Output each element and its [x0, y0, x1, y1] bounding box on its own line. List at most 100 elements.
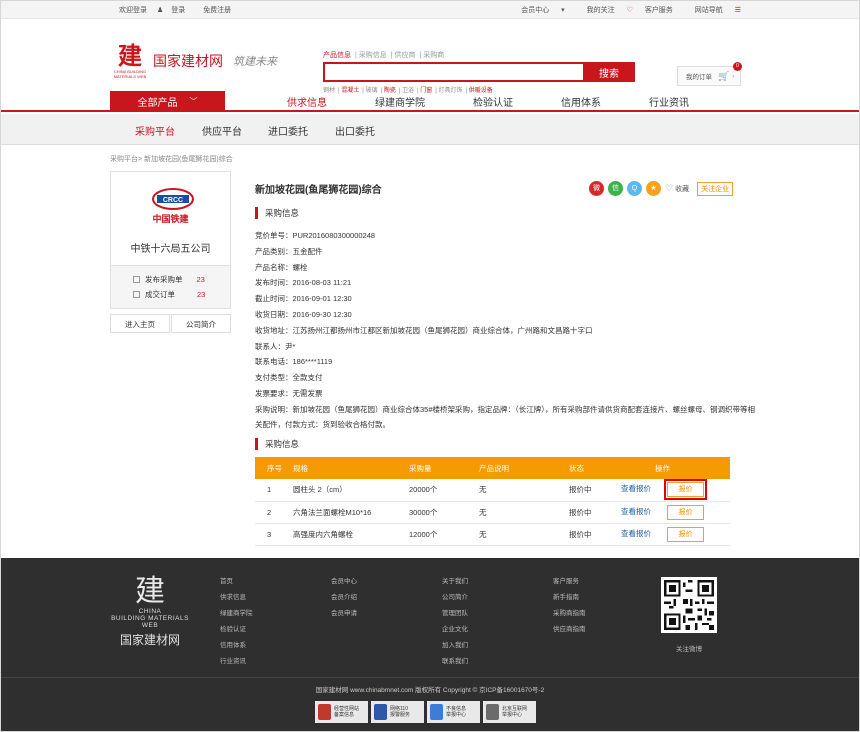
nav-item-green-academy[interactable]: 绿建商学院 [375, 94, 425, 109]
footer-link[interactable]: 供求信息 [220, 590, 253, 606]
footer-logo: 建 CHINA BUILDING MATERIALS WEB 国家建材网 [105, 576, 195, 648]
search-input[interactable] [323, 62, 583, 82]
footer-link[interactable]: 会员中心 [331, 574, 357, 590]
table-row: 1 圆柱头 2（cm） 20000个 无 报价中 查看报价 报价 [255, 479, 730, 502]
footer-link[interactable]: 联系我们 [442, 654, 468, 670]
cert-badge[interactable]: 网络110 报警服务 [371, 701, 424, 723]
login-link[interactable]: ♟ 登录 [157, 7, 193, 14]
footer-link[interactable]: 采购商指南 [553, 606, 586, 622]
purchase-info: 竞价单号：PUR2016080300000248 产品类别：五金配件 产品名称：… [255, 228, 755, 432]
footer-link[interactable]: 管理团队 [442, 606, 468, 622]
footer-link[interactable]: 会员申请 [331, 606, 357, 622]
nav-item-inspection[interactable]: 检验认证 [473, 94, 513, 109]
footer-link[interactable]: 关于我们 [442, 574, 468, 590]
search-tab-products[interactable]: 产品信息 [323, 52, 351, 59]
checkbox-icon [133, 291, 140, 298]
footer-link[interactable]: 绿建商学院 [220, 606, 253, 622]
nav-item-news[interactable]: 行业资讯 [649, 94, 689, 109]
footer-link[interactable]: 会员介绍 [331, 590, 357, 606]
col-spec: 规格 [293, 457, 409, 479]
view-quotes-link[interactable]: 查看报价 [621, 484, 651, 493]
table-row: 3 高强度内六角螺栓 12000个 无 报价中 查看报价 报价 [255, 523, 730, 546]
shield-icon [318, 704, 331, 720]
subnav-purchase-platform[interactable]: 采购平台 [135, 123, 175, 138]
field-deadline: 截止时间：2016-09-01 12:30 [255, 294, 352, 304]
sub-nav: 采购平台 供应平台 进口委托 出口委托 [1, 114, 859, 145]
col-status: 状态 [569, 457, 621, 479]
company-name[interactable]: 中铁十六局五公司 [111, 240, 230, 255]
my-orders-button[interactable]: 我的订单 🛒 › 0 [677, 62, 742, 86]
footer-link[interactable]: 公司简介 [442, 590, 468, 606]
company-home-button[interactable]: 进入主页 [110, 314, 170, 333]
field-category: 产品类别：五金配件 [255, 246, 323, 256]
star-icon[interactable]: ★ [646, 181, 661, 196]
field-bid-number: 竞价单号：PUR2016080300000248 [255, 231, 376, 240]
quote-button[interactable]: 报价 [664, 479, 708, 501]
nav-item-credit[interactable]: 信用体系 [561, 94, 601, 109]
follow-company-button[interactable]: 关注企业 [697, 181, 734, 196]
subnav-export[interactable]: 出口委托 [335, 123, 375, 138]
chevron-down-icon: ﹀ [189, 97, 198, 106]
section-title-purchase-info: 采购信息 [255, 207, 299, 219]
footer-link[interactable]: 首页 [220, 574, 253, 590]
logo-mark: 建 CHINA BUILDING MATERIALS WEB [113, 43, 147, 80]
footer-link[interactable]: 客户服务 [553, 574, 586, 590]
chevron-down-icon: ▾ [561, 6, 565, 14]
top-bar: 欢迎登录 ♟ 登录 免费注册 会员中心 ▾ 我的关注 ♡ 客户服务 网站导航 ☰ [1, 1, 859, 19]
wechat-icon[interactable]: 信 [608, 181, 623, 196]
view-quotes-link[interactable]: 查看报价 [621, 507, 651, 516]
search-tab-buyers[interactable]: 采购商 [423, 52, 444, 59]
search-area: 产品信息 | 采购信息 | 供应商 | 采购商 搜索 钢材 | 混凝土 | 玻璃 | 陶瓷 |… [323, 50, 635, 94]
cert-badge[interactable]: 经营性网站 备案信息 [315, 701, 368, 723]
search-tab-suppliers[interactable]: 供应商 [395, 52, 416, 59]
cart-icon: 🛒 [718, 70, 730, 81]
site-nav-link[interactable]: 网站导航 ☰ [685, 7, 741, 14]
footer-logo-mark: 建 [135, 575, 165, 608]
user-icon: ♟ [156, 6, 164, 14]
footer-link[interactable]: 供应商指南 [553, 622, 586, 638]
welcome-text: 欢迎登录 [119, 6, 147, 14]
logo-name: 国家建材网 [153, 53, 223, 69]
my-follow-link[interactable]: 我的关注 ♡ [577, 7, 633, 14]
register-link[interactable]: 免费注册 [203, 7, 231, 14]
document-icon [133, 276, 140, 283]
footer-link[interactable]: 加入我们 [442, 638, 468, 654]
header: 建 CHINA BUILDING MATERIALS WEB 国家建材网 筑建未来… [1, 19, 859, 94]
member-center-link[interactable]: 会员中心 ▾ [511, 7, 564, 14]
customer-service-link[interactable]: 客户服务 [645, 7, 673, 14]
qzone-icon[interactable]: Q [627, 181, 642, 196]
chevron-right-icon: › [732, 72, 735, 80]
search-tab-purchases[interactable]: 采购信息 [359, 52, 387, 59]
quote-button[interactable]: 报价 [667, 526, 705, 542]
weibo-icon[interactable]: 微 [589, 181, 604, 196]
police-badge-icon [374, 704, 387, 720]
cart-count-badge: 0 [733, 62, 742, 71]
field-phone: 联系电话：186****1119 [255, 357, 333, 367]
footer-link[interactable]: 信用体系 [220, 638, 253, 654]
footer-link[interactable]: 企业文化 [442, 622, 468, 638]
favorite-link[interactable]: 收藏 [675, 184, 689, 194]
quote-button[interactable]: 报价 [667, 504, 705, 520]
footer-link[interactable]: 新手指南 [553, 590, 586, 606]
site-logo[interactable]: 建 CHINA BUILDING MATERIALS WEB 国家建材网 筑建未来 [113, 45, 283, 87]
section-title-items: 采购信息 [255, 438, 299, 450]
field-invoice: 发票要求：无需发票 [255, 388, 323, 398]
footer-link[interactable]: 检验认证 [220, 622, 253, 638]
company-intro-button[interactable]: 公司简介 [171, 314, 231, 333]
col-no: 序号 [255, 457, 293, 479]
cert-badge[interactable]: 不良信息 举报中心 [427, 701, 480, 723]
heart-icon[interactable]: ♡ [665, 183, 673, 194]
cert-badge[interactable]: 北京互联网 举报中心 [483, 701, 536, 723]
all-products-button[interactable]: 全部产品 ﹀ [110, 91, 225, 112]
field-address: 收货地址：江苏扬州江都扬州市江都区新加坡花园（鱼尾狮花园）商业综合体，广州路和文… [255, 325, 593, 335]
subnav-supply-platform[interactable]: 供应平台 [202, 123, 242, 138]
search-button[interactable]: 搜索 [583, 62, 635, 82]
footer-col-about: 关于我们 公司简介 管理团队 企业文化 加入我们 联系我们 [442, 574, 468, 670]
view-quotes-link[interactable]: 查看报价 [621, 529, 651, 538]
logo-slogan: 筑建未来 [233, 55, 277, 68]
subnav-import[interactable]: 进口委托 [268, 123, 308, 138]
footer-col-member: 会员中心 会员介绍 会员申请 [331, 574, 357, 622]
nav-item-supply-demand[interactable]: 供求信息 [287, 94, 327, 109]
share-bar: 微 信 Q ★ ♡ 收藏 关注企业 [589, 181, 734, 196]
footer-link[interactable]: 行业资讯 [220, 654, 253, 670]
